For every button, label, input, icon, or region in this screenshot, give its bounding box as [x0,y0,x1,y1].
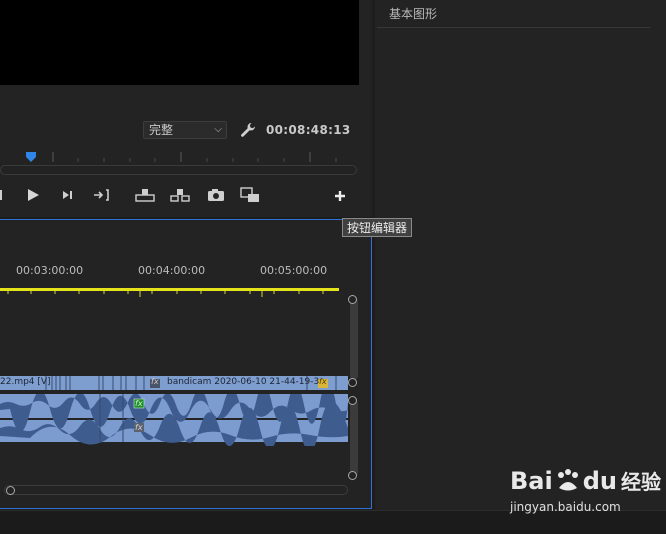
clip-name-label: 22.mp4 [V] [0,377,51,387]
camera-icon[interactable] [206,186,226,204]
timeline-panel [0,219,372,509]
fx-badge: fx [135,399,143,408]
fx-badge: fx [135,423,143,432]
ruler-label: 00:05:00:00 [260,264,328,277]
clip-name-label: bandicam 2020-06-10 21-44-19-3 [167,377,320,387]
playback-resolution-value: 完整 [149,123,174,137]
play-icon[interactable] [24,186,44,204]
chevron-down-icon: ⌵ [214,124,222,135]
scrollbar-handle[interactable] [348,396,357,405]
extract-icon[interactable] [170,186,190,204]
fx-badge: fx [151,377,159,386]
wrench-icon[interactable] [239,121,257,139]
scrollbar-handle[interactable] [348,378,357,387]
audio-track-scrollbar[interactable] [350,400,358,476]
baidu-watermark: Bai du 经验 jingyan.baidu.com [510,468,661,514]
watermark-brand: Bai [510,467,553,495]
video-preview[interactable] [0,0,359,85]
audio-clips-waveform[interactable] [0,394,348,446]
step-forward-icon[interactable] [58,186,78,204]
watermark-brand-2: du [582,467,617,495]
button-editor-tooltip: 按钮编辑器 [342,218,413,237]
ruler-label: 00:04:00:00 [138,264,206,277]
panel-divider [377,27,650,28]
essential-graphics-title[interactable]: 基本图形 [389,5,437,22]
playhead-marker [26,152,36,162]
video-track-scrollbar[interactable] [350,298,358,380]
watermark-url: jingyan.baidu.com [510,500,621,514]
lift-icon[interactable] [135,186,155,204]
fx-badge: fx [319,377,327,386]
scrollbar-handle[interactable] [348,295,357,304]
monitor-zoom-scrollbar[interactable] [0,165,357,175]
go-to-out-point-icon[interactable] [92,186,112,204]
playhead-timecode[interactable]: 00:08:48:13 [266,123,351,137]
timeline-horizontal-scrollbar[interactable] [4,485,348,495]
step-back-icon[interactable] [0,186,20,204]
comparison-view-icon[interactable] [240,186,260,204]
essential-graphics-panel [375,0,666,510]
timeline-ruler-ticks[interactable] [0,291,339,297]
monitor-time-ruler[interactable] [0,150,359,164]
scrollbar-handle[interactable] [348,471,357,480]
ruler-label: 00:03:00:00 [16,264,84,277]
paw-icon [557,469,578,491]
scrollbar-handle[interactable] [6,486,15,495]
watermark-cn: 经验 [620,470,661,494]
playback-resolution-select[interactable]: 完整 ⌵ [143,121,227,139]
button-editor-plus-icon[interactable] [331,187,349,205]
